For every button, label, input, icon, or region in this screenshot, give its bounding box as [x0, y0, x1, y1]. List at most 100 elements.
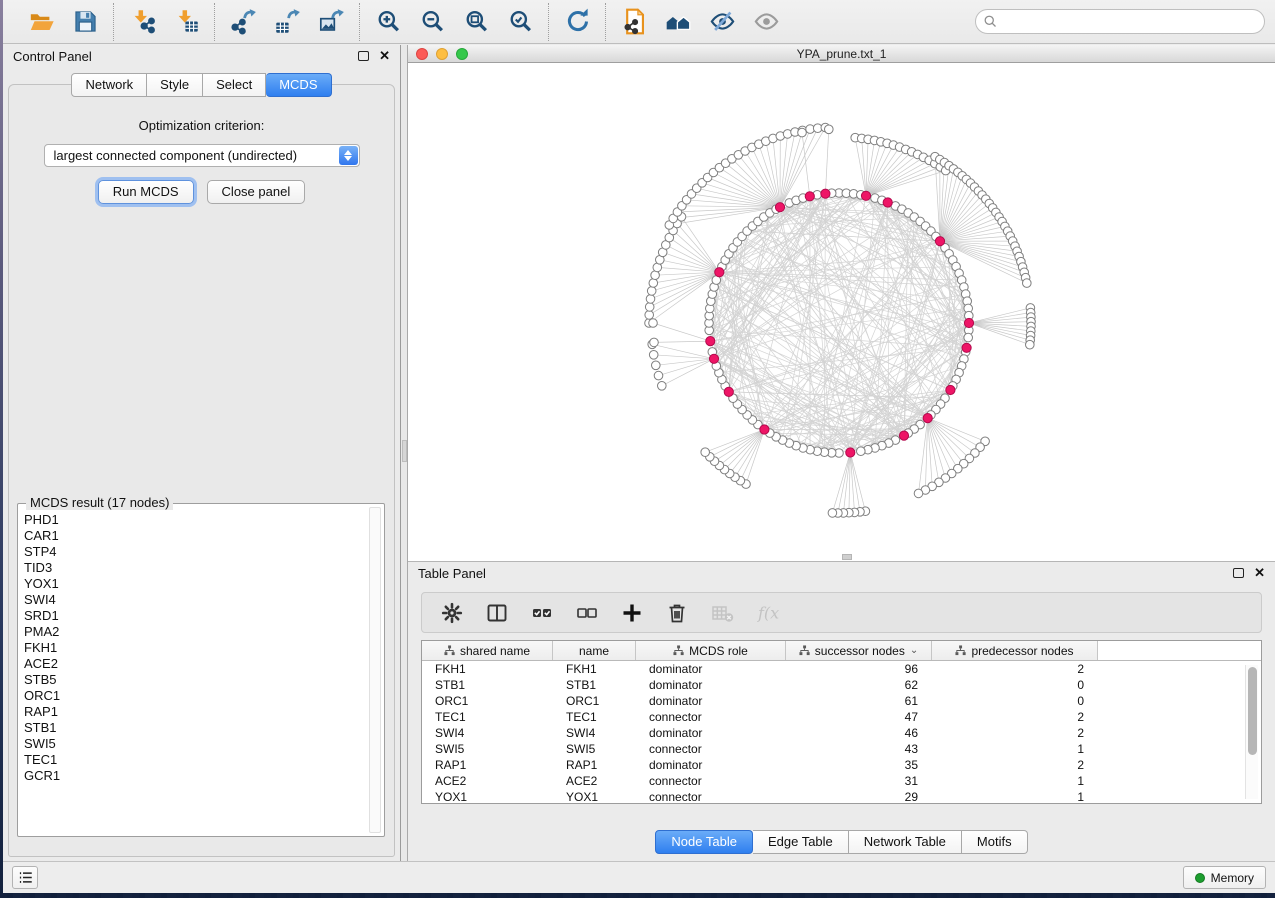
settings-icon[interactable]: [438, 600, 466, 626]
network-window-titlebar: YPA_prune.txt_1: [408, 45, 1275, 63]
mcds-result-item[interactable]: RAP1: [22, 704, 368, 720]
optimization-criterion-value: largest connected component (undirected): [45, 148, 298, 163]
export-image-icon[interactable]: [316, 7, 346, 37]
tree-icon: [673, 645, 684, 656]
toolbar-group: [548, 3, 605, 41]
network-nodes[interactable]: [645, 123, 1036, 517]
mcds-result-item[interactable]: FKH1: [22, 640, 368, 656]
table-panel: Table Panel ✕ f(x) shared namenameMCDS r…: [408, 561, 1275, 861]
close-panel-icon[interactable]: ✕: [379, 51, 390, 61]
table-row[interactable]: RAP1RAP1dominator352: [422, 757, 1261, 773]
mcds-result-item[interactable]: PHD1: [22, 512, 368, 528]
export-table-icon[interactable]: [272, 7, 302, 37]
show-all-icon[interactable]: [751, 7, 781, 37]
search-input[interactable]: [975, 9, 1265, 34]
save-icon[interactable]: [70, 7, 100, 37]
table-cell: 29: [786, 790, 932, 804]
table-cell: TEC1: [422, 710, 553, 724]
mcds-result-item[interactable]: ORC1: [22, 688, 368, 704]
table-row[interactable]: ORC1ORC1dominator610: [422, 693, 1261, 709]
table-row[interactable]: STB1STB1dominator620: [422, 677, 1261, 693]
table-scrollbar[interactable]: [1245, 665, 1258, 799]
memory-button[interactable]: Memory: [1183, 866, 1266, 889]
table-cell: 1: [932, 774, 1098, 788]
mcds-result-item[interactable]: GCR1: [22, 768, 368, 784]
mcds-result-item[interactable]: SWI5: [22, 736, 368, 752]
column-header-name[interactable]: name: [553, 641, 636, 660]
hide-selected-icon[interactable]: [707, 7, 737, 37]
table-row[interactable]: SWI4SWI4dominator462: [422, 725, 1261, 741]
tab-edge-table[interactable]: Edge Table: [753, 830, 849, 854]
mcds-result-item[interactable]: TEC1: [22, 752, 368, 768]
deselect-all-icon[interactable]: [573, 600, 601, 626]
add-column-icon[interactable]: [618, 600, 646, 626]
table-row[interactable]: SWI5SWI5connector431: [422, 741, 1261, 757]
table-cell: ORC1: [553, 694, 636, 708]
mcds-result-item[interactable]: SRD1: [22, 608, 368, 624]
task-history-button[interactable]: [12, 866, 38, 889]
tab-node-table[interactable]: Node Table: [655, 830, 753, 854]
vertical-splitter[interactable]: [401, 45, 408, 861]
mcds-result-item[interactable]: STB1: [22, 720, 368, 736]
zoom-out-icon[interactable]: [417, 7, 447, 37]
float-table-panel-icon[interactable]: [1233, 568, 1244, 578]
horizontal-splitter-handle[interactable]: [842, 554, 852, 560]
float-panel-icon[interactable]: [358, 51, 369, 61]
import-network-icon[interactable]: [127, 7, 157, 37]
table-row[interactable]: FKH1FKH1dominator962: [422, 661, 1261, 677]
table-row[interactable]: YOX1YOX1connector291: [422, 789, 1261, 804]
table-cell: 61: [786, 694, 932, 708]
export-network-icon[interactable]: [228, 7, 258, 37]
close-table-panel-icon[interactable]: ✕: [1254, 568, 1265, 578]
mcds-result-item[interactable]: PMA2: [22, 624, 368, 640]
import-table-icon[interactable]: [171, 7, 201, 37]
tab-motifs[interactable]: Motifs: [962, 830, 1028, 854]
open-icon[interactable]: [26, 7, 56, 37]
table-row[interactable]: ACE2ACE2connector311: [422, 773, 1261, 789]
network-canvas[interactable]: [408, 63, 1275, 561]
run-mcds-button[interactable]: Run MCDS: [98, 180, 194, 204]
table-tabs: Node TableEdge TableNetwork TableMotifs: [408, 830, 1275, 854]
mcds-result-item[interactable]: STB5: [22, 672, 368, 688]
network-graph[interactable]: [408, 63, 1275, 561]
mcds-result-item[interactable]: ACE2: [22, 656, 368, 672]
mcds-result-scrollbar[interactable]: [369, 507, 381, 833]
table-scrollbar-thumb[interactable]: [1248, 667, 1257, 755]
mcds-result-item[interactable]: YOX1: [22, 576, 368, 592]
split-panel-icon[interactable]: [483, 600, 511, 626]
zoom-selected-icon[interactable]: [505, 7, 535, 37]
column-header-shared-name[interactable]: shared name: [422, 641, 553, 660]
mcds-result-item[interactable]: SWI4: [22, 592, 368, 608]
tab-network-table[interactable]: Network Table: [849, 830, 962, 854]
tab-mcds[interactable]: MCDS: [266, 73, 331, 97]
optimization-criterion-select[interactable]: largest connected component (undirected): [44, 144, 360, 167]
table-cell: connector: [636, 710, 786, 724]
new-network-from-selection-icon[interactable]: [619, 7, 649, 37]
tab-style[interactable]: Style: [147, 73, 203, 97]
zoom-in-icon[interactable]: [373, 7, 403, 37]
column-header-successor-nodes[interactable]: successor nodes⌄: [786, 641, 932, 660]
zoom-fit-icon[interactable]: [461, 7, 491, 37]
close-panel-button[interactable]: Close panel: [207, 180, 306, 204]
column-header-MCDS-role[interactable]: MCDS role: [636, 641, 786, 660]
table-cell: SWI4: [422, 726, 553, 740]
node-table[interactable]: shared namenameMCDS rolesuccessor nodes⌄…: [421, 640, 1262, 804]
control-panel: Control Panel ✕ NetworkStyleSelectMCDS O…: [3, 45, 401, 861]
tab-select[interactable]: Select: [203, 73, 266, 97]
mcds-result-item[interactable]: STP4: [22, 544, 368, 560]
tab-network[interactable]: Network: [71, 73, 147, 97]
mcds-result-item[interactable]: TID3: [22, 560, 368, 576]
optimization-criterion-label: Optimization criterion:: [9, 118, 394, 133]
main-toolbar: [3, 0, 1275, 44]
splitter-grab-handle[interactable]: [402, 440, 407, 462]
refresh-icon[interactable]: [562, 7, 592, 37]
first-neighbors-icon[interactable]: [663, 7, 693, 37]
column-header-predecessor-nodes[interactable]: predecessor nodes: [932, 641, 1098, 660]
select-all-icon[interactable]: [528, 600, 556, 626]
sort-indicator-icon: ⌄: [910, 645, 918, 656]
table-row[interactable]: TEC1TEC1connector472: [422, 709, 1261, 725]
mcds-result-item[interactable]: CAR1: [22, 528, 368, 544]
mcds-result-list[interactable]: PHD1CAR1STP4TID3YOX1SWI4SRD1PMA2FKH1ACE2…: [22, 512, 368, 834]
table-toolbar: f(x): [421, 592, 1262, 633]
delete-column-icon[interactable]: [663, 600, 691, 626]
